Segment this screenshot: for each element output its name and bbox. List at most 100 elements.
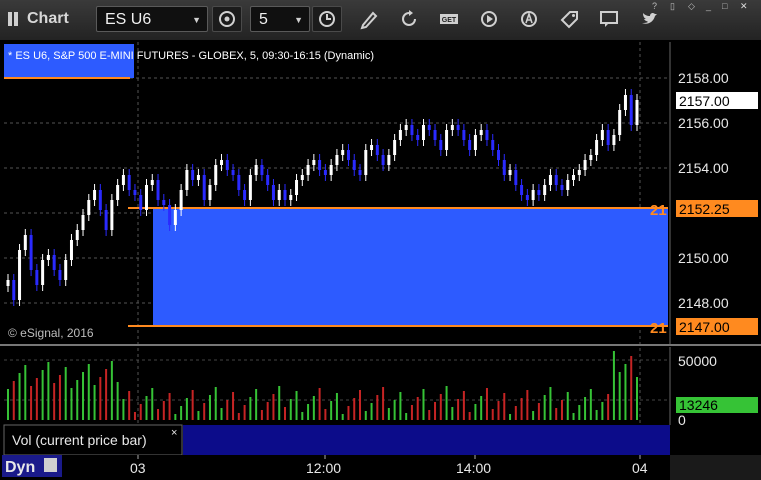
float-icon[interactable]: ◇ <box>688 1 700 11</box>
interval-settings-button[interactable] <box>312 6 342 32</box>
minimize-icon[interactable]: _ <box>706 1 718 11</box>
volume-bar <box>18 373 21 420</box>
volume-bar <box>341 414 344 420</box>
volume-bar <box>537 403 540 420</box>
candle-body <box>260 165 264 175</box>
volume-bar <box>364 411 367 420</box>
volume-bar <box>197 411 200 420</box>
candle-body <box>277 190 281 200</box>
help-icon[interactable]: ? <box>652 1 664 11</box>
volume-bar <box>526 390 529 420</box>
volume-bar <box>307 404 310 420</box>
candle-body <box>69 240 73 260</box>
candle-body <box>502 160 506 175</box>
volume-axis-top: 50000 <box>678 353 717 369</box>
volume-bar <box>451 407 454 420</box>
close-study-icon[interactable]: × <box>171 427 177 439</box>
volume-bar <box>12 381 15 420</box>
candle-body <box>6 280 10 286</box>
dyn-label: Dyn <box>5 459 35 476</box>
volume-bar <box>485 388 488 420</box>
candle-body <box>58 270 62 280</box>
candle-body <box>612 135 616 145</box>
candle-body <box>87 200 91 215</box>
volume-bar <box>514 406 517 420</box>
volume-bar <box>601 402 604 420</box>
candle-body <box>23 235 27 250</box>
volume-bar <box>128 391 131 420</box>
candle-body <box>323 170 327 175</box>
volume-bar <box>566 392 569 420</box>
candle-body <box>572 175 576 180</box>
candle-body <box>329 165 333 175</box>
candle-body <box>18 250 22 300</box>
play-icon[interactable] <box>478 8 500 30</box>
candle-body <box>225 160 229 170</box>
candle-body <box>196 175 200 180</box>
candle-body <box>300 175 304 180</box>
volume-bar <box>549 387 552 420</box>
volume-bar <box>266 402 269 420</box>
candle-body <box>445 130 449 150</box>
volume-bar <box>116 382 119 420</box>
candle-body <box>537 190 541 195</box>
volume-bar <box>474 404 477 420</box>
alert-icon[interactable] <box>518 8 540 30</box>
volume-bar <box>399 392 402 420</box>
candle-body <box>421 125 425 140</box>
candle-body <box>289 195 293 200</box>
chart-area[interactable]: * ES U6, S&P 500 E-MINI FUTURES - GLOBEX… <box>0 41 761 480</box>
candle-body <box>387 155 391 165</box>
comment-icon[interactable] <box>598 8 620 30</box>
lock-icon[interactable] <box>44 458 57 472</box>
volume-bar <box>139 404 142 420</box>
candle-body <box>398 130 402 140</box>
volume-bar <box>295 391 298 420</box>
candle-body <box>370 145 374 150</box>
volume-bar <box>24 365 27 420</box>
symbol-value: ES U6 <box>105 11 152 28</box>
candle-body <box>497 150 501 160</box>
volume-bar <box>260 410 263 420</box>
volume-bar <box>353 398 356 420</box>
candle-body <box>525 195 529 200</box>
maximize-icon[interactable]: □ <box>722 1 734 11</box>
candle-body <box>439 140 443 150</box>
volume-bar <box>560 400 563 420</box>
candle-body <box>473 135 477 150</box>
price-chart[interactable]: * ES U6, S&P 500 E-MINI FUTURES - GLOBEX… <box>0 41 761 480</box>
tag-icon[interactable] <box>558 8 580 30</box>
lower-level-label: 21 <box>650 320 667 337</box>
candle-body <box>139 195 143 210</box>
candle-body <box>156 180 160 200</box>
candle-body <box>589 155 593 160</box>
twitter-icon[interactable] <box>638 8 660 30</box>
volume-bar <box>595 410 598 420</box>
candle-body <box>150 180 154 185</box>
candle-body <box>93 190 97 200</box>
volume-bar <box>324 409 327 420</box>
candle-body <box>318 160 322 170</box>
candle-body <box>416 135 420 140</box>
interval-select[interactable]: 5 ▼ <box>250 6 310 32</box>
get-icon[interactable]: GET <box>438 8 460 30</box>
candle-body <box>237 175 241 190</box>
volume-bar <box>555 408 558 420</box>
volume-bar <box>7 389 9 420</box>
volume-bar <box>99 377 102 420</box>
volume-bar <box>41 370 44 420</box>
close-window-icon[interactable]: ✕ <box>740 1 752 11</box>
svg-text:GET: GET <box>442 17 457 24</box>
volume-bar <box>174 414 177 420</box>
pencil-icon[interactable] <box>358 8 380 30</box>
volume-bar <box>393 400 396 420</box>
symbol-select[interactable]: ES U6 ▼ <box>96 6 208 32</box>
candle-body <box>283 190 287 200</box>
candle-body <box>577 170 581 175</box>
volume-bar <box>289 399 292 420</box>
pin-icon[interactable]: ▯ <box>670 1 682 11</box>
candle-body <box>173 210 177 225</box>
upper-level-label: 21 <box>650 202 667 219</box>
symbol-settings-button[interactable] <box>212 6 242 32</box>
refresh-icon[interactable] <box>398 8 420 30</box>
